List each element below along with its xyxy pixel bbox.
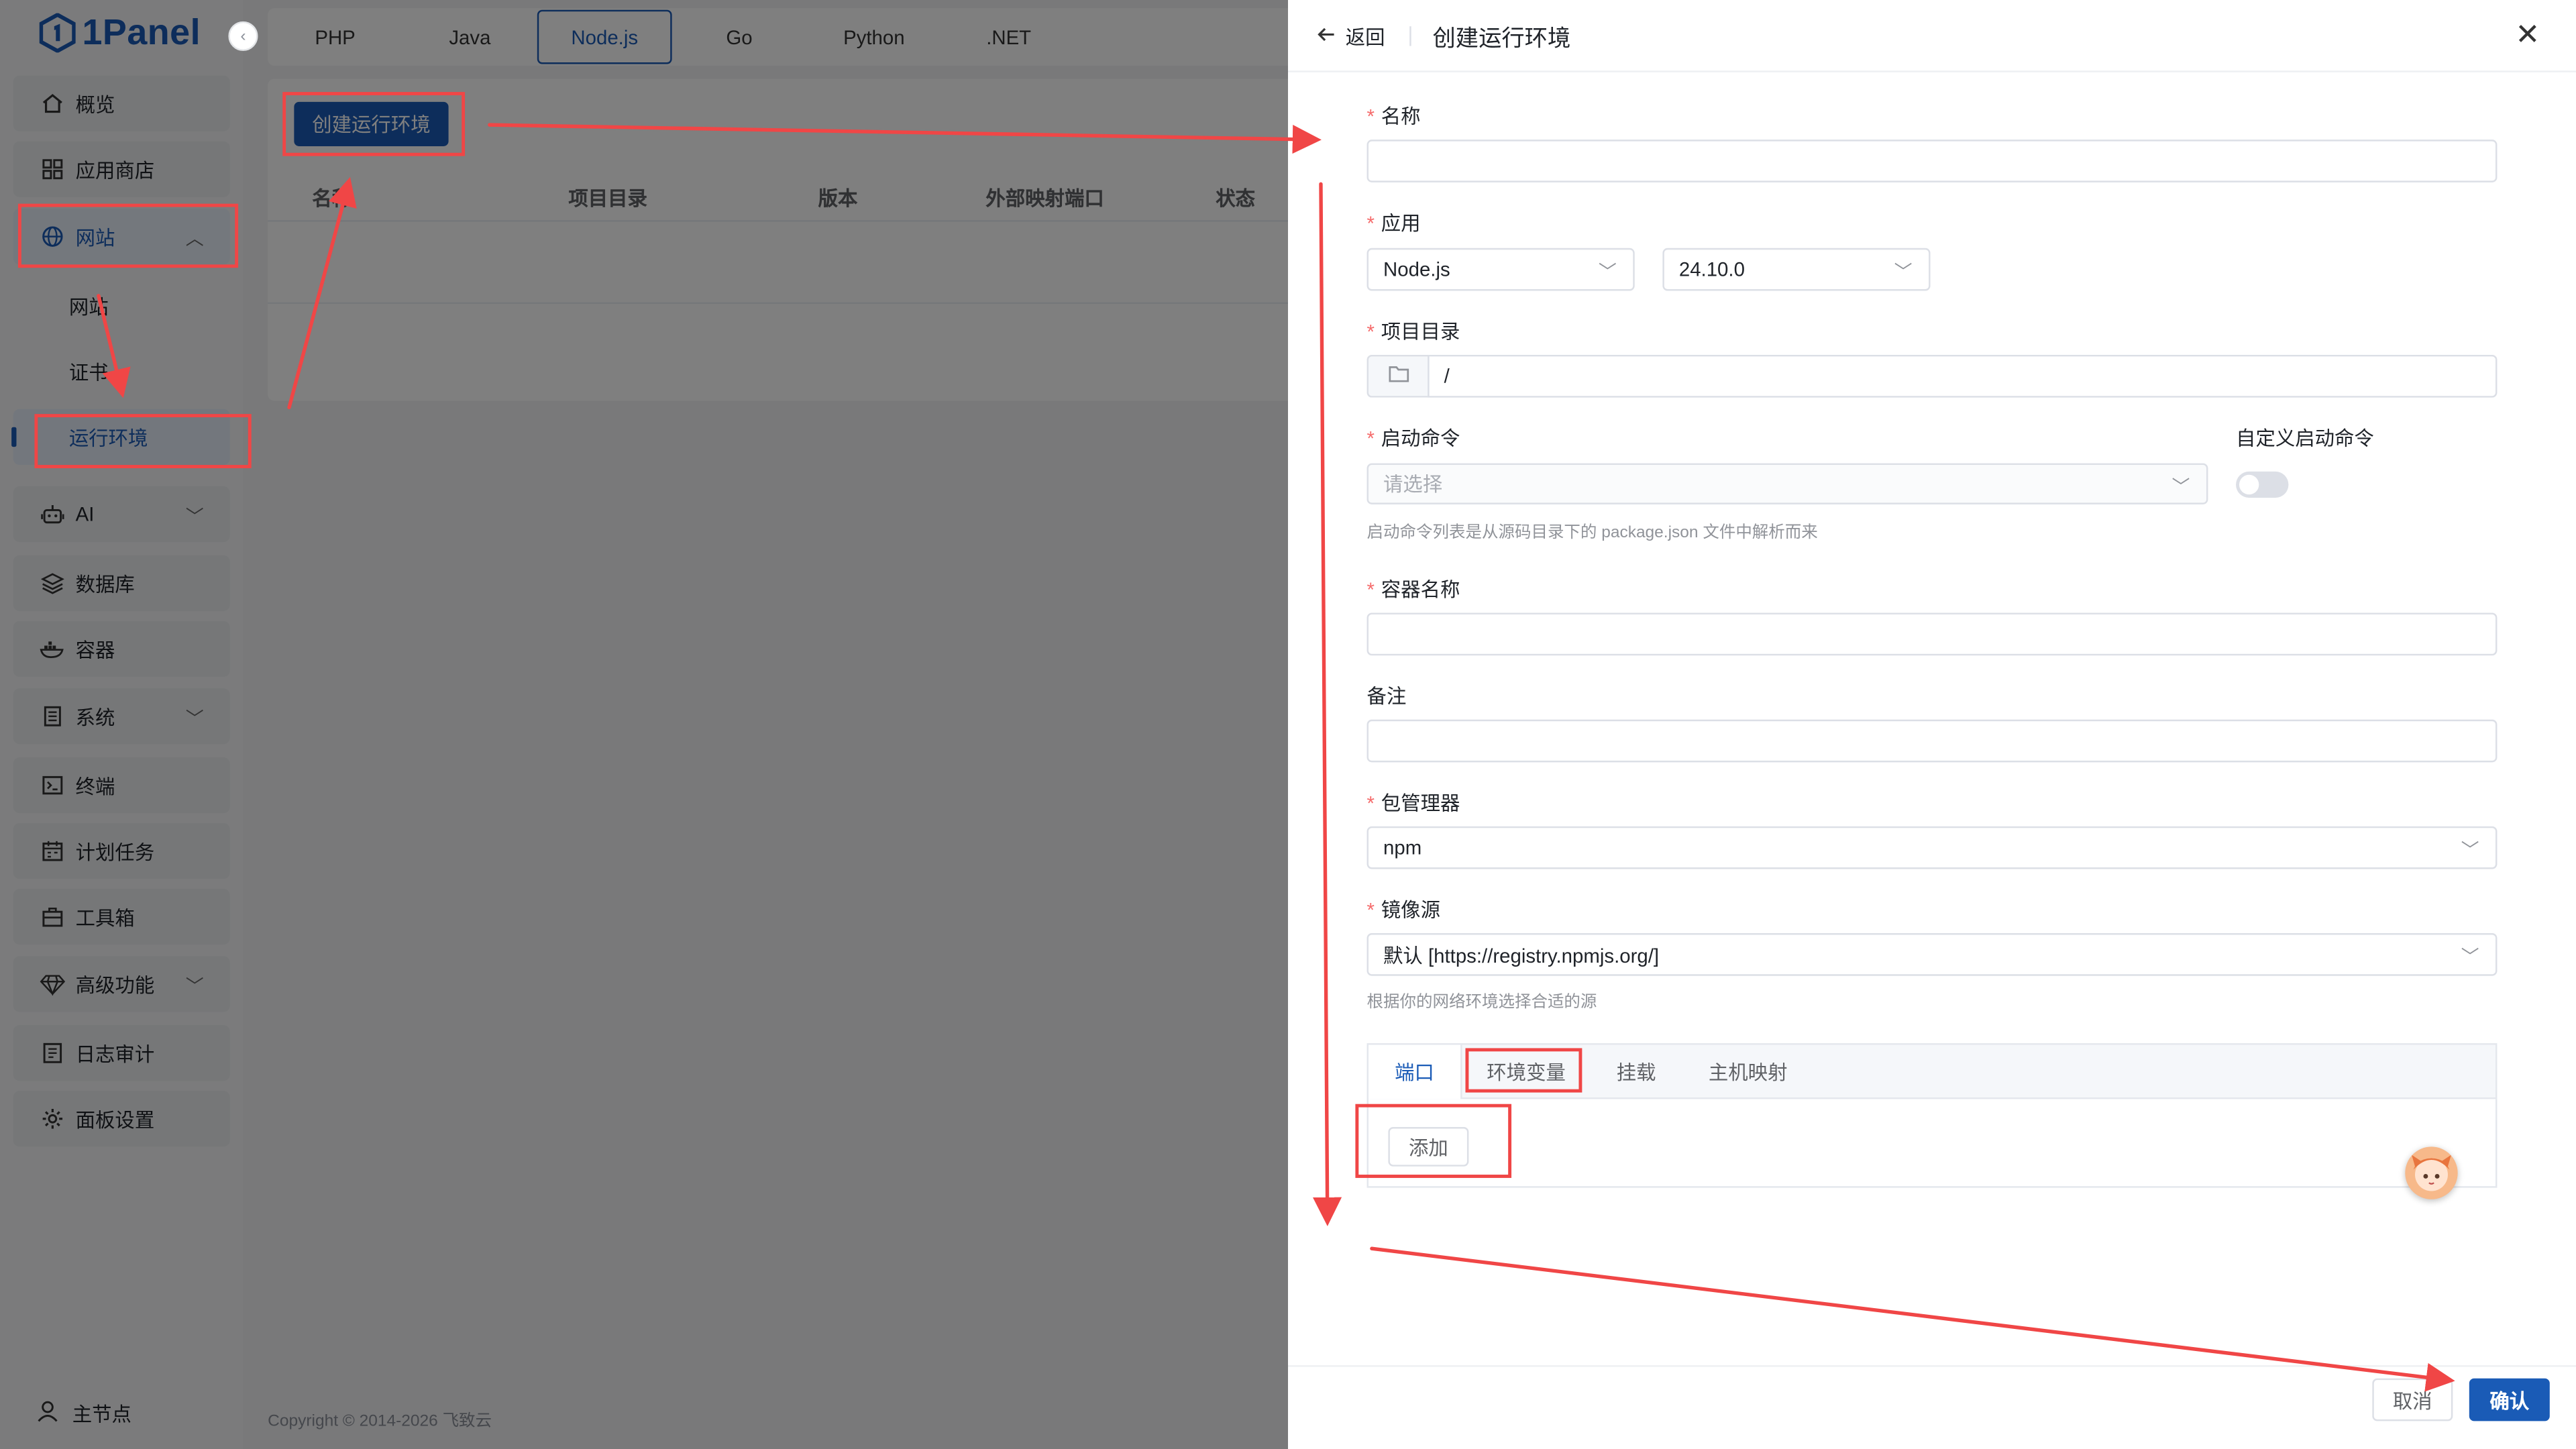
version-select[interactable]: 24.10.0 ﹀ [1662, 248, 1931, 291]
chevron-down-icon: ﹀ [2461, 948, 2479, 968]
collapse-sidebar-button[interactable]: ‹ [228, 21, 258, 51]
package-manager-label: * 包管理器 [1366, 792, 1460, 815]
chevron-down-icon: ﹀ [1894, 262, 1913, 283]
annotation-box-website [17, 203, 239, 268]
project-dir-label: * 项目目录 [1366, 320, 1460, 343]
app-select[interactable]: Node.js ﹀ [1366, 248, 1635, 291]
annotation-box-create [282, 92, 466, 156]
arrow-left-icon [1316, 25, 1336, 50]
custom-start-toggle[interactable] [2236, 471, 2289, 498]
name-label: * 名称 [1366, 105, 1421, 129]
tab-port[interactable]: 端口 [1368, 1044, 1462, 1099]
package-manager-value: npm [1383, 836, 1422, 859]
folder-picker-button[interactable] [1366, 354, 1430, 398]
annotation-box-runtime [34, 414, 252, 468]
annotation-box-add [1355, 1104, 1512, 1178]
chevron-left-icon: ‹ [240, 27, 246, 46]
chevron-down-icon: ﹀ [2171, 478, 2190, 498]
mirror-hint: 根据你的网络环境选择合适的源 [1366, 994, 1597, 1012]
start-command-placeholder: 请选择 [1383, 473, 1443, 496]
app-label: * 应用 [1366, 211, 1421, 235]
custom-start-label: 自定义启动命令 [2236, 427, 2374, 451]
tab-mounts[interactable]: 挂载 [1599, 1045, 1674, 1097]
drawer-header: 返回 创建运行环境 ✕ [1288, 0, 2576, 72]
remark-textarea[interactable] [1366, 719, 2498, 763]
assistant-avatar[interactable] [2405, 1146, 2458, 1199]
remark-label: 备注 [1366, 685, 1407, 708]
chevron-down-icon: ﹀ [2461, 841, 2479, 861]
name-input[interactable] [1366, 140, 2498, 182]
package-manager-select[interactable]: npm ﹀ [1366, 826, 2498, 869]
back-button[interactable]: 返回 [1316, 23, 1385, 51]
mirror-select[interactable]: 默认 [https://registry.npmjs.org/] ﹀ [1366, 933, 2498, 976]
tab-host-mapping[interactable]: 主机映射 [1697, 1045, 1799, 1097]
screen: 1Panel ‹ 概览 应用商店 网站 ︿ 网站 证书 运行环境 AI ﹀ 数据… [0, 0, 2576, 1449]
back-label: 返回 [1345, 26, 1385, 50]
header-divider [1409, 26, 1411, 46]
close-icon[interactable]: ✕ [2515, 19, 2540, 49]
start-command-select[interactable]: 请选择 ﹀ [1366, 463, 2208, 504]
mirror-value: 默认 [https://registry.npmjs.org/] [1383, 943, 1660, 967]
confirm-button[interactable]: 确认 [2469, 1378, 2550, 1421]
folder-icon [1388, 365, 1409, 388]
app-select-value: Node.js [1383, 258, 1450, 281]
chevron-down-icon: ﹀ [1598, 262, 1617, 283]
annotation-box-env-vars [1465, 1048, 1582, 1093]
version-select-value: 24.10.0 [1678, 258, 1745, 281]
start-command-label: * 启动命令 [1366, 427, 1460, 451]
mirror-label: * 镜像源 [1366, 898, 1440, 922]
cancel-button[interactable]: 取消 [2372, 1378, 2453, 1421]
container-name-input[interactable] [1366, 612, 2498, 656]
container-name-label: * 容器名称 [1366, 578, 1460, 602]
drawer-title: 创建运行环境 [1432, 24, 1571, 51]
start-command-hint: 启动命令列表是从源码目录下的 package.json 文件中解析而来 [1366, 524, 1818, 543]
project-dir-input[interactable]: / [1428, 354, 2498, 398]
